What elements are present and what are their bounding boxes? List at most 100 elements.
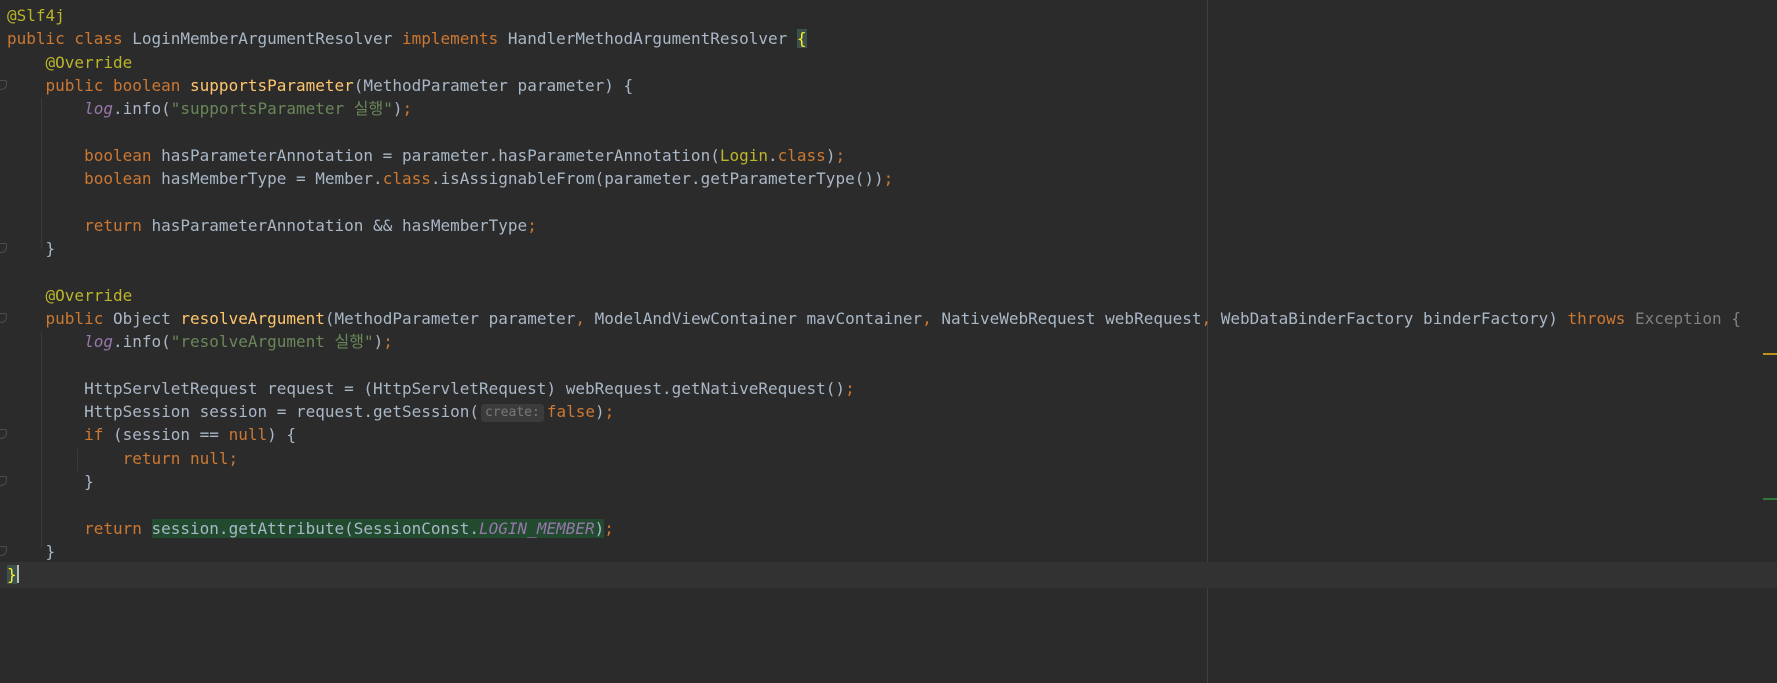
code-token: ModelAndViewContainer mavContainer [594, 308, 923, 328]
code-token: public boolean [45, 75, 191, 95]
code-token: throws [1567, 308, 1635, 328]
code-line[interactable]: public class LoginMemberArgumentResolver… [0, 26, 1777, 52]
code-text: return hasParameterAnnotation && hasMemb… [7, 213, 537, 239]
code-token: , [1201, 308, 1221, 328]
fold-end-icon[interactable] [0, 476, 7, 486]
code-line[interactable]: log.info("supportsParameter 실행"); [0, 96, 1777, 122]
code-token: ) [594, 402, 605, 422]
code-token: HttpSession session = request.getSession… [7, 402, 480, 422]
code-token: Object [112, 308, 181, 328]
code-token: HandlerMethodArgumentResolver [507, 29, 797, 49]
code-token: return null; [122, 448, 239, 468]
code-token: ) [594, 518, 605, 538]
code-text: } [7, 236, 56, 262]
code-text: public class LoginMemberArgumentResolver… [7, 26, 807, 52]
code-text: @Override [7, 50, 133, 76]
code-token: } [7, 239, 56, 258]
scrollbar-highlight-marker[interactable] [1763, 498, 1777, 500]
code-token: @Override [45, 52, 133, 72]
code-line[interactable]: return hasParameterAnnotation && hasMemb… [0, 213, 1777, 239]
code-text: public Object resolveArgument(MethodPara… [7, 306, 1741, 332]
code-text: boolean hasMemberType = Member.class.isA… [7, 166, 893, 192]
code-line[interactable]: return null; [0, 446, 1777, 472]
code-line[interactable]: HttpServletRequest request = (HttpServle… [0, 376, 1777, 402]
code-token: false [546, 402, 595, 422]
code-token: "resolveArgument 실행" [170, 332, 374, 352]
code-line[interactable] [0, 259, 1777, 285]
fold-end-icon[interactable] [0, 243, 7, 253]
code-line[interactable]: public boolean supportsParameter(MethodP… [0, 73, 1777, 99]
code-line[interactable]: } [0, 469, 1777, 495]
code-line[interactable] [0, 120, 1777, 146]
code-line[interactable]: HttpSession session = request.getSession… [0, 399, 1777, 425]
code-token: } [7, 472, 94, 491]
code-token: ; [527, 215, 537, 235]
fold-icon[interactable] [0, 429, 7, 440]
code-text: } [7, 562, 19, 588]
code-text: log.info("supportsParameter 실행"); [7, 96, 412, 122]
scrollbar-warning-marker[interactable] [1763, 353, 1777, 355]
code-token: ; [604, 518, 614, 538]
code-text: @Slf4j [7, 3, 65, 29]
fold-icon[interactable] [0, 79, 7, 90]
code-token: ; [835, 145, 846, 165]
code-line[interactable]: if (session == null) { [0, 422, 1777, 448]
code-line[interactable]: @Slf4j [0, 3, 1777, 29]
code-line[interactable]: boolean hasParameterAnnotation = paramet… [0, 143, 1777, 169]
code-text: boolean hasParameterAnnotation = paramet… [7, 143, 845, 169]
code-token: .info( [112, 332, 171, 352]
code-text: return session.getAttribute(SessionConst… [7, 516, 614, 542]
code-line[interactable]: @Override [0, 283, 1777, 309]
code-token: boolean [84, 169, 162, 189]
fold-end-icon[interactable] [0, 545, 7, 556]
code-token: implements [401, 29, 508, 49]
code-line[interactable]: return session.getAttribute(SessionConst… [0, 516, 1777, 542]
code-token: class [777, 145, 826, 165]
code-token: , [575, 308, 595, 328]
code-line[interactable]: } [0, 236, 1777, 262]
code-token: null [228, 425, 268, 445]
code-token: "supportsParameter 실행" [170, 99, 393, 119]
code-token: ) [392, 99, 403, 119]
code-editor[interactable]: @Slf4j public class LoginMemberArgumentRe… [0, 0, 1777, 683]
code-token: return [84, 215, 152, 235]
code-token: WebDataBinderFactory binderFactory) [1220, 308, 1568, 328]
code-line[interactable] [0, 492, 1777, 518]
code-token: ; [383, 332, 393, 352]
parameter-hint: create: [481, 404, 544, 423]
code-text: return null; [7, 446, 239, 472]
code-line[interactable] [0, 189, 1777, 215]
code-token: class [382, 169, 431, 189]
code-token: hasParameterAnnotation = parameter.hasPa… [161, 145, 720, 165]
code-line[interactable]: } [0, 539, 1777, 565]
code-token: boolean [84, 145, 162, 165]
fold-icon[interactable] [0, 312, 7, 323]
code-line[interactable]: boolean hasMemberType = Member.class.isA… [0, 166, 1777, 192]
code-token: resolveArgument [180, 308, 325, 328]
code-token: ) [373, 332, 384, 352]
code-line[interactable]: } [0, 562, 1777, 589]
code-token: session.getAttribute(SessionConst. [151, 518, 480, 538]
code-token: } [7, 565, 17, 585]
code-token: hasParameterAnnotation && hasMemberType [151, 215, 528, 235]
code-token: , [922, 308, 942, 328]
code-line[interactable]: public Object resolveArgument(MethodPara… [0, 306, 1777, 332]
code-token: @Slf4j [7, 6, 65, 25]
code-line[interactable] [0, 353, 1777, 379]
code-token: ; [845, 378, 855, 398]
code-token: } [7, 541, 56, 561]
code-token: (MethodParameter parameter [324, 308, 576, 328]
code-line[interactable]: log.info("resolveArgument 실행"); [0, 329, 1777, 355]
code-token: Login [719, 145, 768, 165]
code-token: LOGIN_MEMBER [479, 518, 595, 538]
code-line[interactable]: @Override [0, 50, 1777, 76]
code-text: @Override [7, 283, 133, 309]
code-token: log [84, 99, 113, 119]
